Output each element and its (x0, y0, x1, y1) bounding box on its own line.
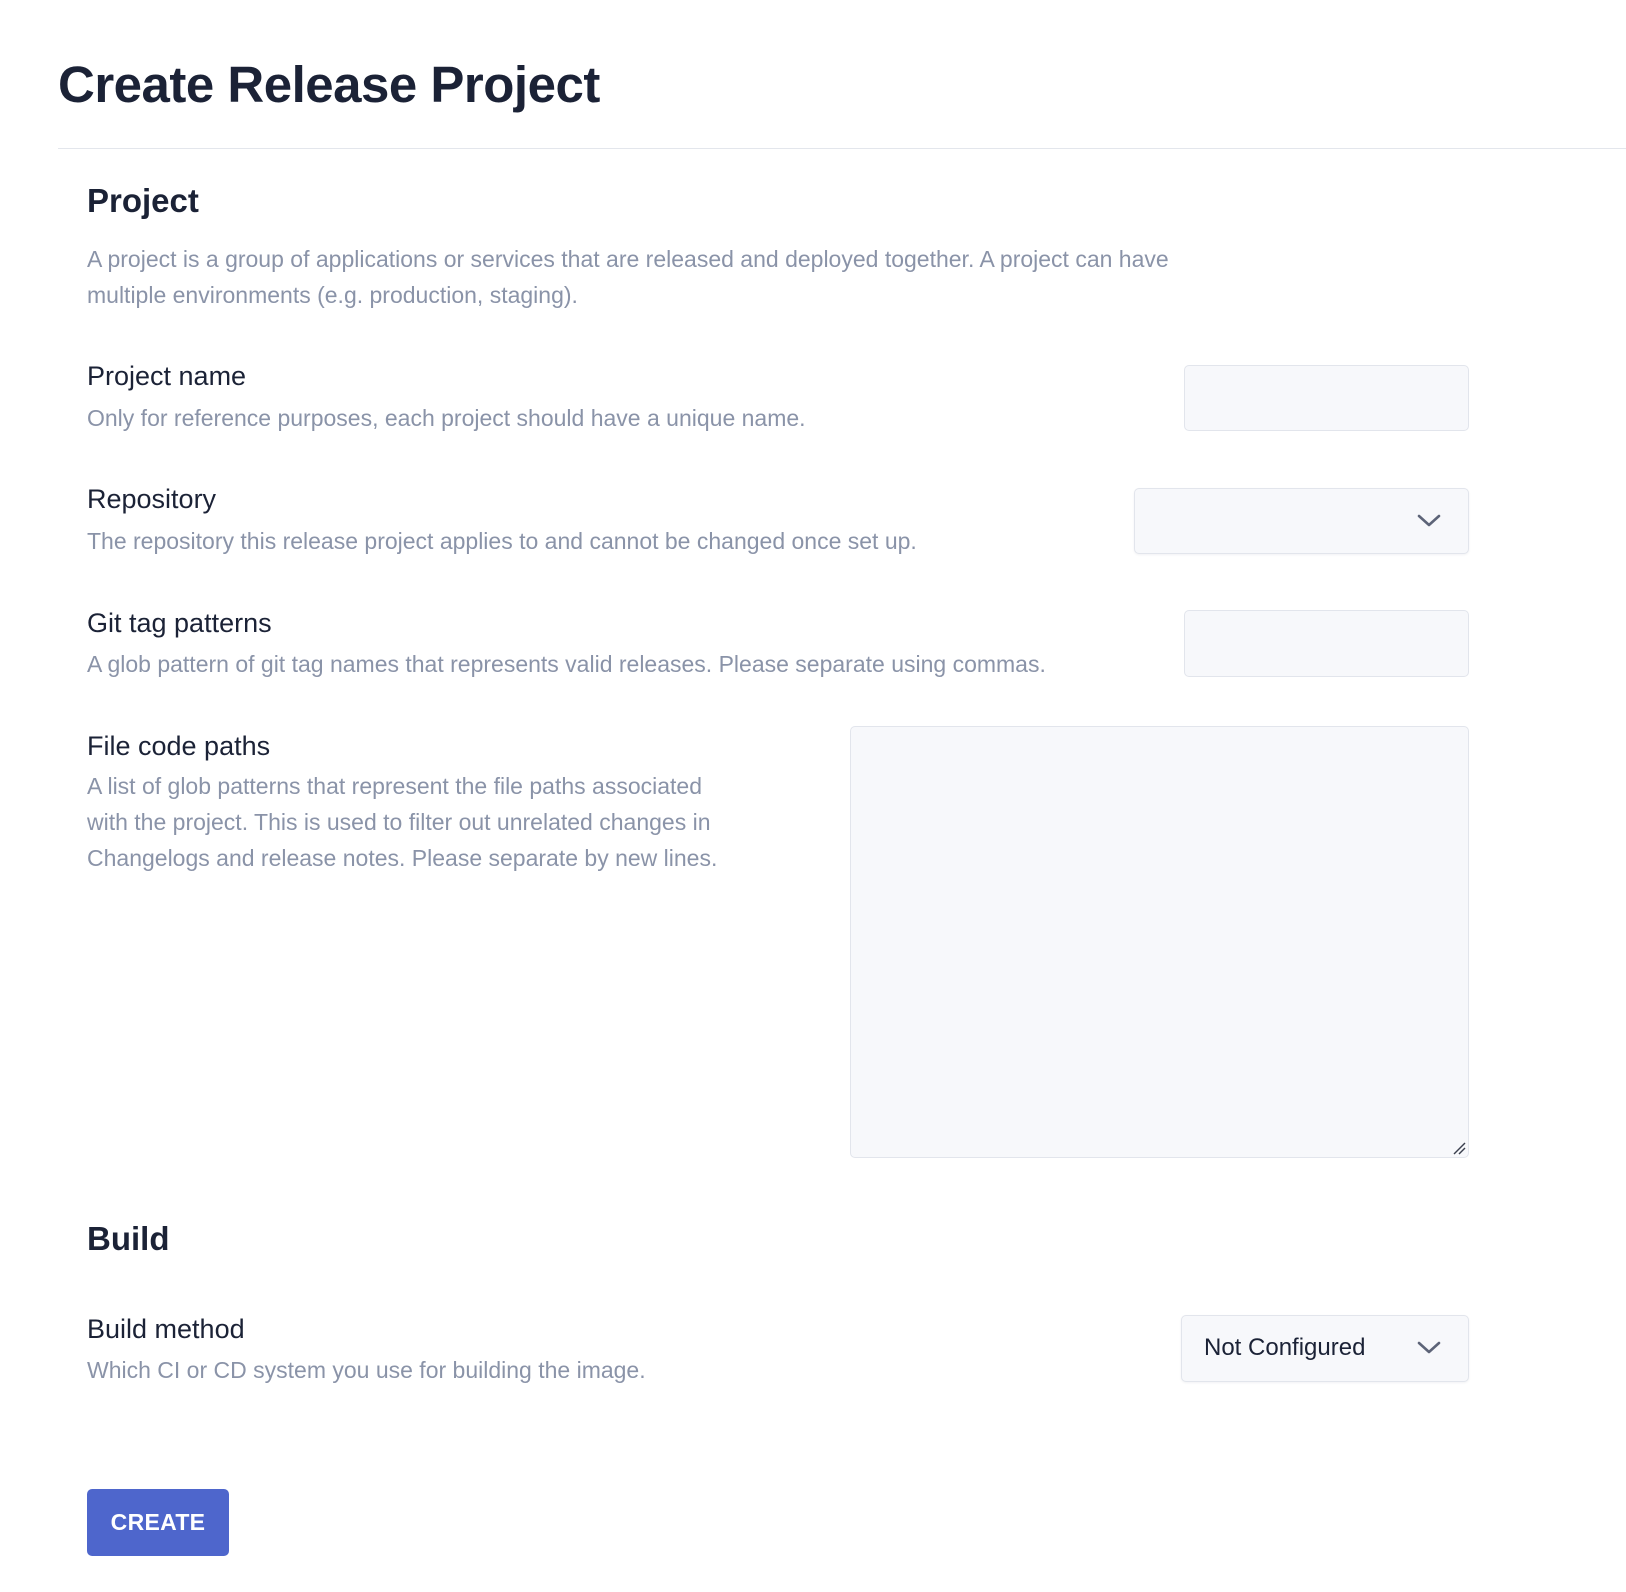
project-section-description: A project is a group of applications or … (87, 246, 1169, 308)
create-button[interactable]: CREATE (87, 1489, 229, 1556)
build-method-label: Build method (87, 1314, 245, 1344)
git-tag-patterns-label: Git tag patterns (87, 608, 272, 638)
resize-grip-icon[interactable] (1450, 1139, 1466, 1155)
repository-select[interactable] (1134, 488, 1469, 554)
file-code-paths-label: File code paths (87, 731, 271, 761)
git-tag-patterns-help: A glob pattern of git tag names that rep… (87, 651, 1046, 677)
project-name-label: Project name (87, 361, 247, 391)
project-name-input[interactable] (1184, 365, 1469, 431)
repository-label: Repository (87, 484, 217, 514)
chevron-down-icon (1417, 1341, 1441, 1354)
title-divider (58, 148, 1626, 149)
repository-help: The repository this release project appl… (87, 528, 917, 554)
project-section-heading: Project (87, 182, 199, 219)
build-method-help: Which CI or CD system you use for buildi… (87, 1357, 646, 1383)
git-tag-patterns-input[interactable] (1184, 610, 1469, 677)
build-section-heading: Build (87, 1220, 170, 1257)
chevron-down-icon (1417, 514, 1441, 527)
build-method-selected-value: Not Configured (1204, 1334, 1366, 1361)
file-code-paths-textarea[interactable] (850, 726, 1469, 1158)
page-title: Create Release Project (58, 56, 600, 113)
build-method-select[interactable]: Not Configured (1181, 1315, 1469, 1382)
file-code-paths-help: A list of glob patterns that represent t… (87, 773, 718, 871)
project-name-help: Only for reference purposes, each projec… (87, 405, 806, 431)
